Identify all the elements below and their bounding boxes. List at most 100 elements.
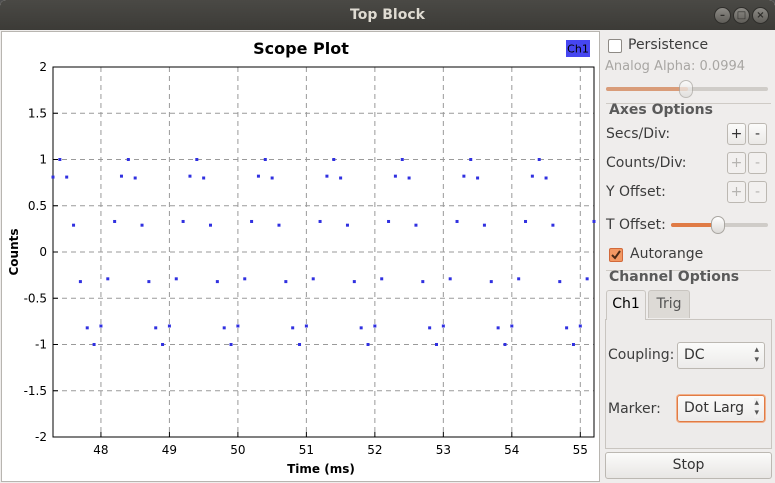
secs-div-label: Secs/Div: [606,126,671,142]
data-point [482,223,486,227]
scope-plot-panel[interactable]: Scope Plot Ch1 48 49 50 51 52 53 54 55 2 1.5 1 0.5 0… [1,31,600,482]
data-point [140,223,144,227]
data-point [106,277,110,281]
counts-div-plus-button[interactable]: + [727,152,746,174]
analog-alpha-label: Analog Alpha: 0.0994 [605,59,746,74]
spin-arrows-icon: ▴ ▾ [754,398,759,418]
persistence-checkbox[interactable] [608,39,622,53]
tab-trig[interactable]: Trig [648,290,690,318]
data-point [393,174,397,178]
data-point [558,280,562,284]
data-point [154,326,158,330]
data-point [434,343,438,346]
data-point [339,176,343,180]
data-point [592,219,596,223]
data-point [352,280,356,284]
title-bar[interactable]: Top Block – □ × [0,0,775,30]
data-point [469,158,473,161]
data-point [517,277,521,281]
data-point [476,176,480,180]
data-point [565,326,569,330]
data-point [578,324,582,328]
x-tick-label: 49 [162,443,177,457]
checkmark-icon [611,250,621,260]
autorange-checkbox[interactable] [609,248,623,262]
data-point [325,174,329,178]
data-point [462,174,466,178]
maximize-icon[interactable]: □ [733,7,750,24]
control-panel: Persistence Analog Alpha: 0.0994 Axes Op… [603,31,775,483]
data-point [99,324,103,328]
data-point [524,219,528,223]
close-icon[interactable]: × [752,7,769,24]
data-point [489,280,493,284]
secs-div-minus-button[interactable]: - [748,123,767,145]
data-point [291,326,295,330]
data-point [215,280,219,284]
data-point [496,326,500,330]
data-point [380,277,384,281]
coupling-label: Coupling: [608,347,675,363]
y-offset-minus-button[interactable]: - [748,181,767,203]
stop-button[interactable]: Stop [605,452,772,479]
data-point [503,343,507,346]
data-point [400,158,404,161]
t-offset-handle[interactable] [711,216,725,234]
channel-options-header: Channel Options [609,269,740,285]
data-point [510,324,514,328]
coupling-select[interactable]: DC ▴ ▾ [677,342,765,369]
marker-value: Dot Larg [684,400,745,416]
tab-ch1[interactable]: Ch1 [606,290,646,320]
data-point [318,219,322,223]
data-point [421,280,425,284]
y-tick-label: -2 [35,430,47,444]
minimize-icon[interactable]: – [714,7,731,24]
x-axis-label: Time (ms) [287,462,355,476]
data-point [585,277,589,281]
data-point [167,324,171,328]
x-tick-label: 50 [230,443,245,457]
coupling-value: DC [684,347,705,363]
x-tick-label: 48 [93,443,108,457]
data-point [332,158,336,161]
secs-div-plus-button[interactable]: + [727,123,746,145]
data-point [537,158,541,161]
marker-select[interactable]: Dot Larg ▴ ▾ [677,395,765,422]
counts-div-minus-button[interactable]: - [748,152,767,174]
y-tick-label: -1 [35,338,47,352]
data-point [58,158,62,161]
data-point [113,219,117,223]
window-title: Top Block [350,7,425,23]
counts-div-label: Counts/Div: [606,155,687,171]
marker-label: Marker: [608,401,661,417]
data-point [229,343,233,346]
data-point [373,324,377,328]
data-point [448,277,452,281]
y-tick-label: 2 [39,60,47,74]
data-point [188,174,192,178]
analog-alpha-handle[interactable] [679,80,693,98]
persistence-label: Persistence [628,37,709,53]
y-tick-label: 1 [39,153,47,167]
spin-arrows-icon: ▴ ▾ [754,345,759,365]
data-point [551,223,555,227]
data-point [270,176,274,180]
x-tick-label: 51 [299,443,314,457]
y-tick-label: 1.5 [28,106,47,120]
data-point [126,158,130,161]
y-offset-plus-button[interactable]: + [727,181,746,203]
legend-label: Ch1 [567,43,589,56]
x-tick-label: 52 [367,443,382,457]
y-tick-label: 0 [39,245,47,259]
data-point [455,219,459,223]
data-point [311,277,315,281]
analog-alpha-fill [606,87,688,91]
data-point [174,277,178,281]
scope-plot[interactable]: Scope Plot Ch1 48 49 50 51 52 53 54 55 2 1.5 1 0.5 0… [1,31,600,482]
x-tick-label: 54 [504,443,519,457]
data-point [236,324,240,328]
y-axis-label: Counts [7,228,21,275]
data-point [85,326,89,330]
data-point [133,176,137,180]
axes-options-header: Axes Options [609,102,713,118]
